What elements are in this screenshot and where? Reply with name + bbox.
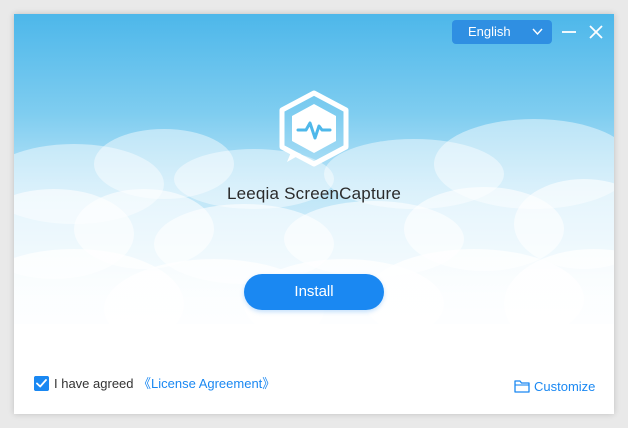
customize-label: Customize bbox=[534, 379, 596, 394]
language-select[interactable]: English bbox=[452, 20, 552, 44]
installer-window: English Leeqia ScreenCapture Install I h… bbox=[14, 14, 614, 414]
agree-label: I have agreed bbox=[54, 376, 134, 391]
app-name-title: Leeqia ScreenCapture bbox=[226, 184, 402, 203]
minimize-icon[interactable] bbox=[560, 23, 578, 41]
license-agreement-link[interactable]: 《License Agreement》 bbox=[138, 375, 275, 393]
close-icon[interactable] bbox=[587, 23, 605, 41]
folder-icon bbox=[514, 380, 530, 393]
chevron-down-icon bbox=[532, 28, 543, 36]
install-button[interactable]: Install bbox=[244, 274, 384, 310]
sky-cloud-background bbox=[14, 14, 614, 414]
app-logo-icon bbox=[279, 90, 349, 167]
agree-checkbox[interactable] bbox=[34, 376, 49, 391]
language-select-value: English bbox=[468, 24, 511, 39]
